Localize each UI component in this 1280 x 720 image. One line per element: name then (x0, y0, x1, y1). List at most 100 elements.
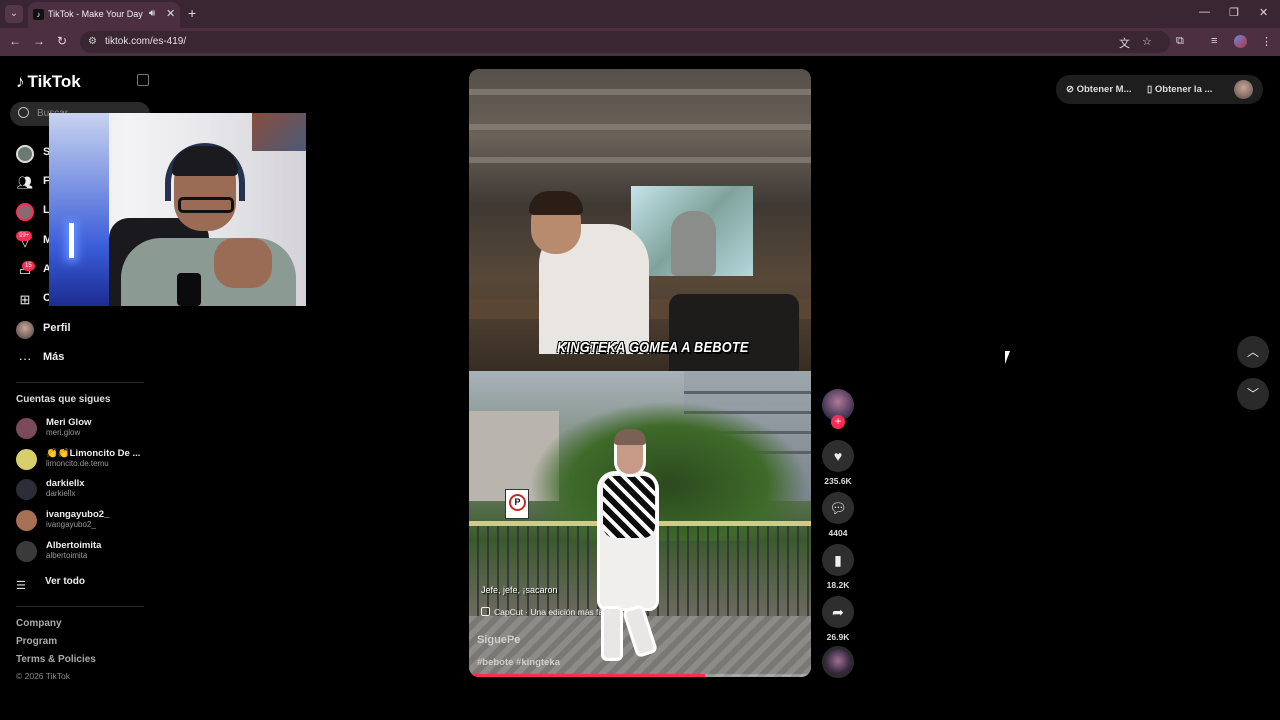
avatar (16, 541, 37, 562)
see-all-label: Ver todo (45, 576, 86, 587)
webcam-wall-painting (252, 113, 306, 151)
browser-tab-bar: ⌄ ♪ TikTok - Make Your Day 🔊︎ ✕ + — ❐ ✕ (0, 0, 1280, 28)
music-disc-icon[interactable] (822, 646, 854, 678)
footer-company-link[interactable]: Company (16, 618, 62, 629)
speaker-icon[interactable]: 🔊︎ (149, 8, 155, 19)
list-icon: ☰ (16, 580, 26, 592)
video-progress-fill (469, 674, 705, 677)
tiktok-logo[interactable]: ♪ TikTok (16, 72, 81, 92)
following-item[interactable]: darkiellx darkiellx (16, 476, 146, 502)
nav-label: Perfil (43, 322, 71, 334)
see-all-button[interactable]: ☰ Ver todo (16, 576, 85, 592)
video-author[interactable]: SiguePe (477, 634, 520, 646)
avatar (16, 449, 37, 470)
webcam-person-hand (214, 238, 272, 288)
ceiling-beam (469, 89, 811, 95)
search-icon (18, 107, 29, 118)
tab-search-icon[interactable]: ⌄ (5, 5, 23, 23)
projection-screen (631, 186, 753, 276)
nav-item-profile[interactable]: Perfil (16, 319, 146, 341)
sidebar-divider (16, 606, 144, 607)
capcut-icon (481, 607, 490, 616)
webcam-background-light (49, 113, 109, 306)
forward-icon[interactable]: → (33, 34, 45, 48)
coin-icon: ⊘ (1066, 84, 1077, 95)
browser-toolbar: ← → ↻ ⚙ tiktok.com/es-419/ 文 ☆ ⧉ ≡ ⋮ (0, 28, 1280, 56)
following-name: 👏👏Limoncito De ... (46, 448, 141, 459)
following-name: ivangayubo2_ (46, 509, 110, 520)
following-item[interactable]: Albertoimita albertoimita (16, 538, 146, 564)
minimize-icon[interactable]: — (1199, 6, 1210, 18)
ceiling-beam (469, 124, 811, 130)
following-item[interactable]: Meri Glow meri.glow (16, 415, 146, 441)
footer-terms-link[interactable]: Terms & Policies (16, 654, 96, 665)
webcam-glasses (178, 197, 234, 213)
comment-icon: 💬︎ (829, 500, 847, 516)
video-progress-bar[interactable] (469, 674, 811, 677)
nav-item-more[interactable]: ··· Más (16, 348, 146, 370)
webcam-microphone (177, 273, 201, 306)
messages-badge: 99+ (16, 231, 33, 241)
save-button[interactable]: ▮ (822, 544, 854, 576)
dancer-hair (614, 429, 646, 445)
share-icon: ➦ (832, 604, 844, 620)
profile-icon[interactable] (1234, 35, 1247, 48)
following-handle: meri.glow (46, 428, 81, 437)
address-bar[interactable]: ⚙ tiktok.com/es-419/ (80, 31, 1170, 53)
activity-badge: 15 (22, 261, 35, 271)
footer-program-link[interactable]: Program (16, 636, 57, 647)
save-count: 18.2K (826, 580, 850, 590)
extensions-icon[interactable]: ⧉ (1176, 35, 1184, 48)
webcam-person-hair (172, 146, 238, 176)
follow-plus-icon[interactable]: + (831, 415, 845, 429)
tiktok-favicon-icon: ♪ (33, 9, 44, 20)
star-icon[interactable]: ☆ (1142, 35, 1152, 48)
translate-icon[interactable]: 文 (1119, 35, 1130, 51)
reload-icon[interactable]: ↻ (57, 34, 67, 48)
avatar (16, 510, 37, 531)
url-text[interactable]: tiktok.com/es-419/ (105, 36, 186, 47)
video-hashtags[interactable]: #bebote #kingteka (477, 657, 560, 668)
nav-label: Más (43, 351, 65, 363)
no-parking-icon: P (509, 494, 526, 511)
tab-title: TikTok - Make Your Day (48, 9, 143, 19)
site-info-icon[interactable]: ⚙ (88, 36, 97, 47)
ceiling-beam (469, 157, 811, 163)
chevron-up-icon[interactable]: ︿ (1237, 336, 1269, 368)
following-name: darkiellx (46, 478, 85, 489)
bookmark-icon: ▮ (834, 552, 842, 568)
following-item[interactable]: ivangayubo2_ ivangayubo2_ (16, 507, 146, 533)
close-icon[interactable]: ✕ (166, 7, 175, 20)
following-handle: darkiellx (46, 489, 76, 498)
window-close-icon[interactable]: ✕ (1259, 6, 1268, 19)
more-icon: ··· (18, 351, 32, 366)
avatar[interactable] (1234, 80, 1253, 99)
comment-count: 4404 (828, 528, 848, 538)
back-icon[interactable]: ← (9, 34, 21, 48)
building-stripe (684, 391, 811, 394)
avatar (16, 418, 37, 439)
video-lyric-text: Jefe, jefe, ¡sacaron (481, 585, 558, 595)
capcut-tag[interactable]: CapCut · Una edición más fácil (481, 607, 611, 617)
restore-icon[interactable]: ❐ (1229, 6, 1239, 19)
plus-icon[interactable]: + (188, 5, 196, 21)
chevron-down-icon[interactable]: ﹀ (1237, 378, 1269, 410)
copyright: © 2026 TikTok (16, 671, 70, 681)
comment-button[interactable]: 💬︎ (822, 492, 854, 524)
video-top-frame: KINGTEKA GOMEA A BEBOTE (469, 69, 811, 371)
dancer-vest (603, 476, 655, 538)
like-button[interactable]: ♥ (822, 440, 854, 472)
share-button[interactable]: ➦ (822, 596, 854, 628)
collapse-sidebar-icon[interactable] (137, 74, 149, 86)
get-coins-label: Obtener M... (1076, 84, 1132, 95)
video-player[interactable]: KINGTEKA GOMEA A BEBOTE P Jefe, jefe, ¡s… (469, 69, 811, 677)
profile-avatar-icon (16, 321, 34, 339)
logo-text: TikTok (27, 72, 81, 91)
following-item[interactable]: 👏👏Limoncito De ... limoncito.de.temu (16, 446, 146, 472)
get-coins-button[interactable]: ⊘ Obtener M... (1066, 84, 1132, 95)
get-app-button[interactable]: ▯ Obtener la ... (1147, 84, 1212, 95)
media-icon[interactable]: ≡ (1211, 35, 1217, 47)
browser-tab[interactable]: ♪ TikTok - Make Your Day 🔊︎ ✕ (28, 2, 180, 28)
menu-icon[interactable]: ⋮ (1261, 35, 1272, 48)
following-title: Cuentas que sigues (16, 394, 111, 405)
